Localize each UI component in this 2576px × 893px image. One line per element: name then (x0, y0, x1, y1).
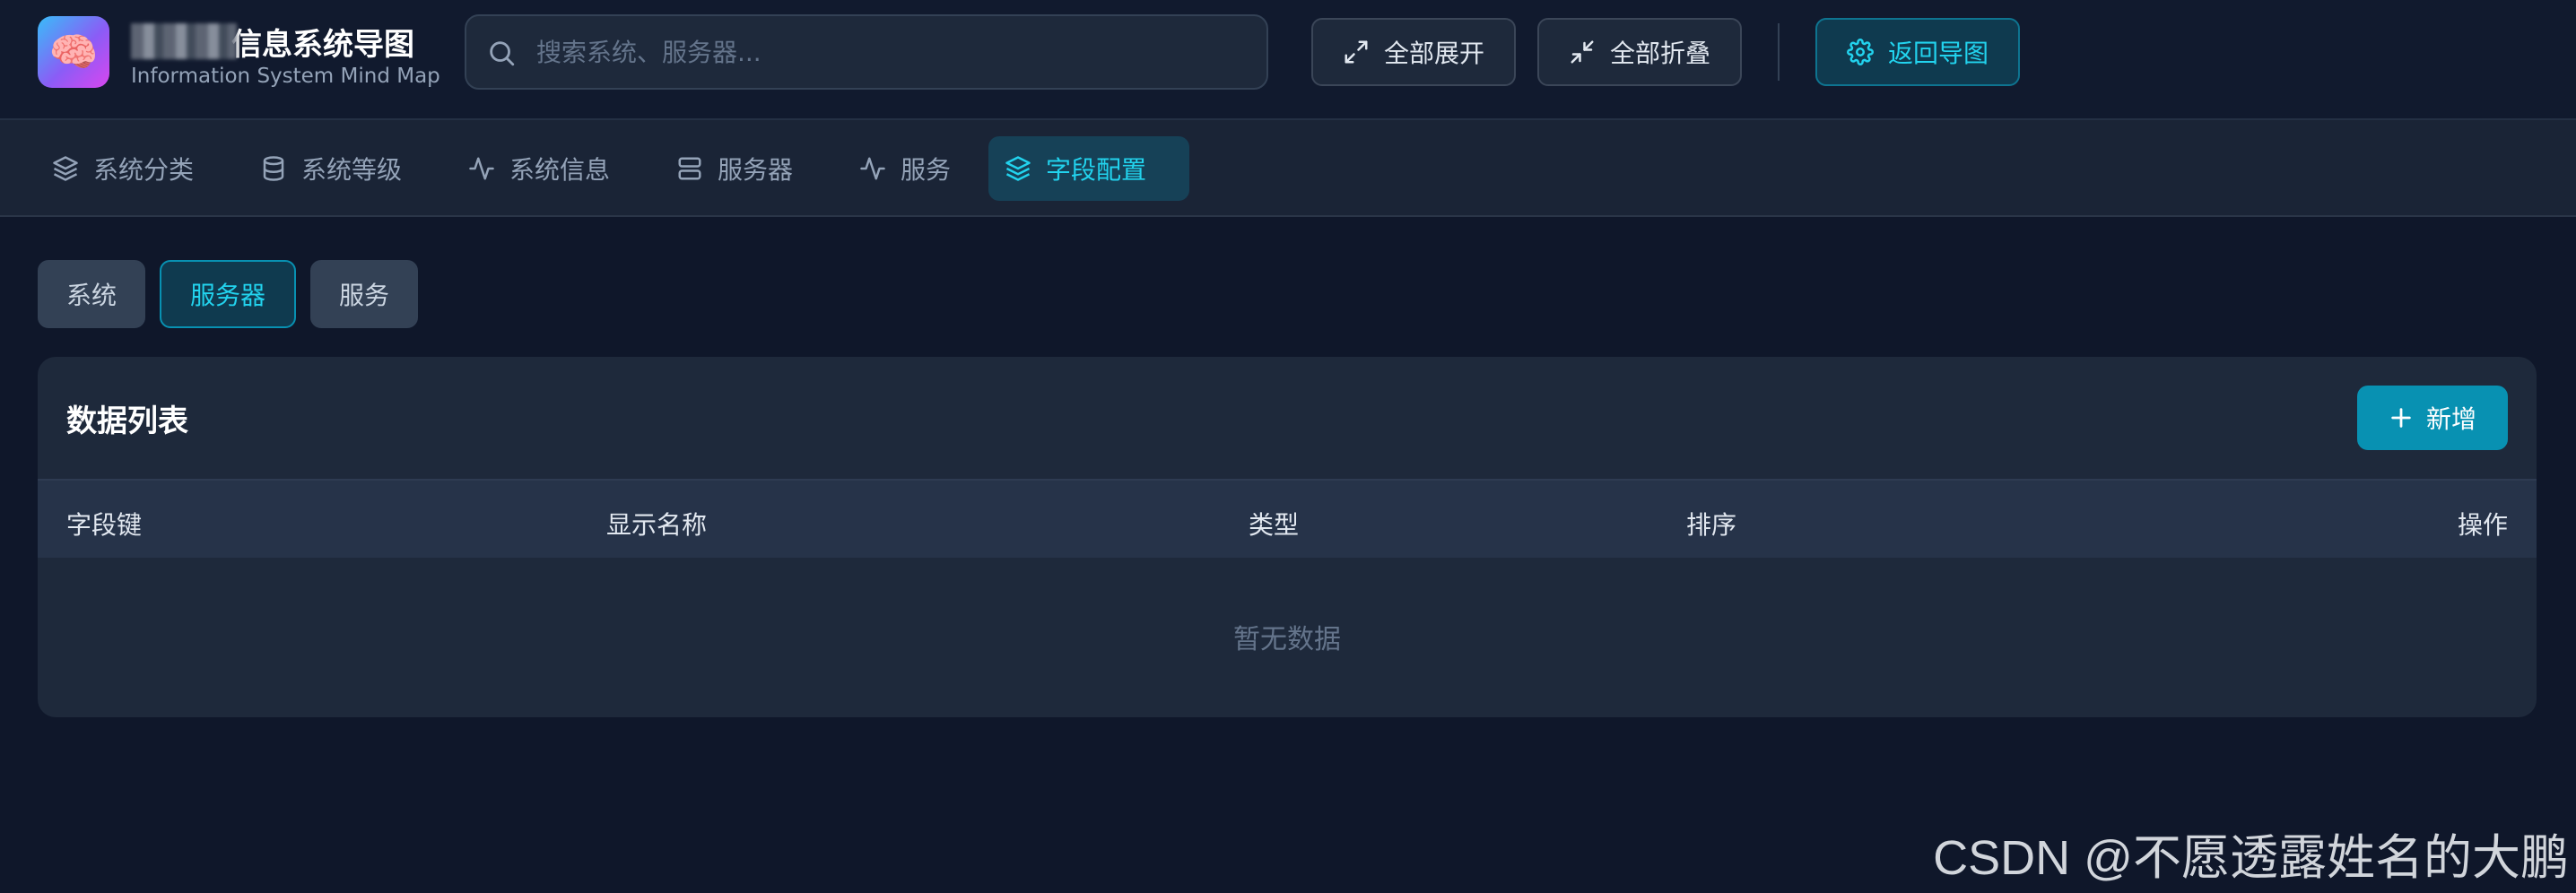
app-header: 🧠 信息系统导图 Information System Mind Map 全部展… (0, 0, 2576, 120)
column-header: 操作 (2457, 510, 2508, 540)
column-header: 类型 (1249, 510, 1300, 540)
subtab-server[interactable]: 服务器 (160, 260, 296, 328)
subtab-system[interactable]: 系统 (38, 260, 145, 328)
layers-icon (1005, 155, 1031, 182)
data-list-card: 数据列表 新增 字段键 显示名称 类型 排序 操作 暂无数据 (38, 357, 2537, 717)
card-title: 数据列表 (66, 403, 188, 439)
empty-state-text: 暂无数据 (1233, 624, 1341, 655)
activity-icon (468, 155, 495, 182)
app-subtitle: Information System Mind Map (131, 65, 440, 88)
tab-label: 系统信息 (509, 155, 611, 185)
header-divider (1778, 23, 1780, 81)
tab-label: 系统分类 (93, 155, 195, 185)
tab-label: 字段配置 (1046, 155, 1147, 185)
tab-servers[interactable]: 服务器 (660, 136, 809, 201)
tab-services[interactable]: 服务 (843, 136, 967, 201)
column-header: 字段键 (66, 510, 143, 540)
tab-system-level[interactable]: 系统等级 (244, 136, 418, 201)
back-to-map-label: 返回导图 (1887, 39, 1989, 68)
tab-system-category[interactable]: 系统分类 (36, 136, 210, 201)
tab-label: 系统等级 (301, 155, 403, 185)
redacted-title-prefix (131, 23, 237, 59)
gear-icon (1847, 39, 1874, 65)
collapse-icon (1569, 39, 1596, 65)
expand-all-label: 全部展开 (1383, 39, 1484, 68)
add-label: 新增 (2425, 404, 2476, 434)
tab-label: 服务 (901, 155, 952, 185)
plus-icon (2389, 405, 2414, 430)
tab-label: 服务器 (718, 155, 794, 185)
collapse-all-label: 全部折叠 (1609, 39, 1710, 68)
table-header: 字段键 显示名称 类型 排序 操作 (38, 479, 2537, 558)
tab-system-info[interactable]: 系统信息 (452, 136, 626, 201)
search-icon (486, 38, 517, 68)
tab-field-config[interactable]: 字段配置 (988, 136, 1189, 201)
search-input[interactable] (536, 32, 1245, 72)
expand-all-button[interactable]: 全部展开 (1311, 18, 1516, 86)
collapse-all-button[interactable]: 全部折叠 (1537, 18, 1742, 86)
nav-bar: 系统分类 系统等级 系统信息 服务器 服务 字段配置 (0, 120, 2576, 217)
server-icon (676, 155, 703, 182)
watermark: CSDN @不愿透露姓名的大鹏 (1933, 831, 2569, 885)
layers-icon (52, 155, 79, 182)
activity-icon (859, 155, 886, 182)
add-button[interactable]: 新增 (2357, 386, 2508, 450)
column-header: 排序 (1686, 510, 1737, 540)
expand-icon (1343, 39, 1370, 65)
column-header: 显示名称 (606, 510, 708, 540)
database-icon (260, 155, 287, 182)
brain-logo-icon: 🧠 (38, 16, 109, 88)
subtab-service[interactable]: 服务 (310, 260, 418, 328)
search-box[interactable] (465, 14, 1268, 90)
back-to-map-button[interactable]: 返回导图 (1815, 18, 2020, 86)
